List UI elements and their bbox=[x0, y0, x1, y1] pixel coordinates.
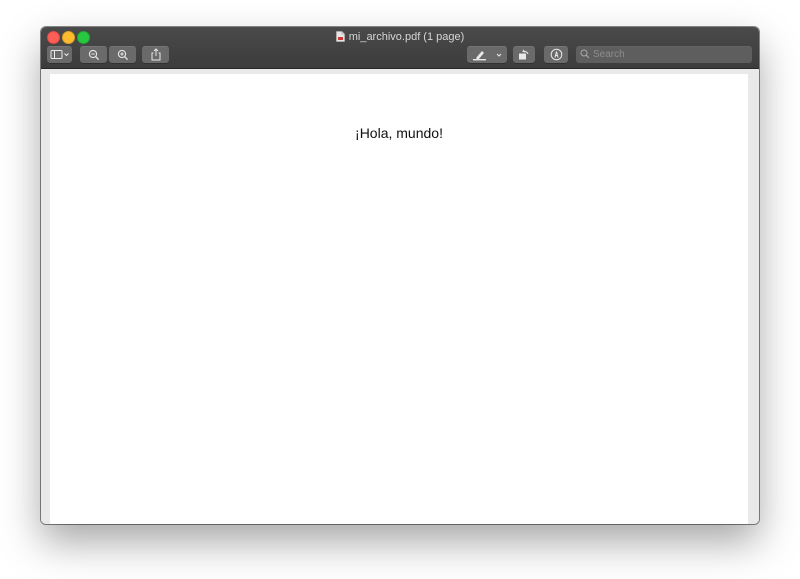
search-field[interactable] bbox=[576, 46, 752, 63]
rotate-button[interactable] bbox=[513, 46, 535, 63]
highlight-button[interactable] bbox=[467, 46, 507, 63]
pdf-page: ¡Hola, mundo! bbox=[50, 74, 748, 524]
zoom-in-icon bbox=[117, 49, 128, 60]
markup-button[interactable] bbox=[544, 46, 568, 63]
sidebar-icon bbox=[50, 50, 62, 59]
chevron-down-icon bbox=[63, 53, 69, 57]
share-button[interactable] bbox=[142, 46, 169, 63]
search-input[interactable] bbox=[593, 46, 743, 63]
search-icon bbox=[580, 49, 590, 59]
window-title: mi_archivo.pdf (1 page) bbox=[41, 30, 759, 46]
preview-window: mi_archivo.pdf (1 page) Search ¡Hola, mu… bbox=[41, 27, 759, 524]
document-icon bbox=[335, 31, 345, 46]
markup-icon bbox=[550, 48, 562, 61]
highlight-pen-icon bbox=[473, 50, 486, 60]
document-viewer[interactable]: ¡Hola, mundo! bbox=[41, 69, 759, 524]
share-icon bbox=[151, 48, 160, 61]
page-text: ¡Hola, mundo! bbox=[355, 125, 443, 141]
rotate-icon bbox=[519, 49, 529, 60]
chevron-down-icon bbox=[496, 53, 502, 57]
zoom-out-icon bbox=[88, 49, 99, 60]
window-title-text: mi_archivo.pdf (1 page) bbox=[348, 31, 465, 43]
title-bar: mi_archivo.pdf (1 page) bbox=[41, 27, 759, 69]
sidebar-view-button[interactable] bbox=[47, 46, 72, 63]
zoom-out-button[interactable] bbox=[80, 46, 107, 63]
zoom-in-button[interactable] bbox=[109, 46, 136, 63]
